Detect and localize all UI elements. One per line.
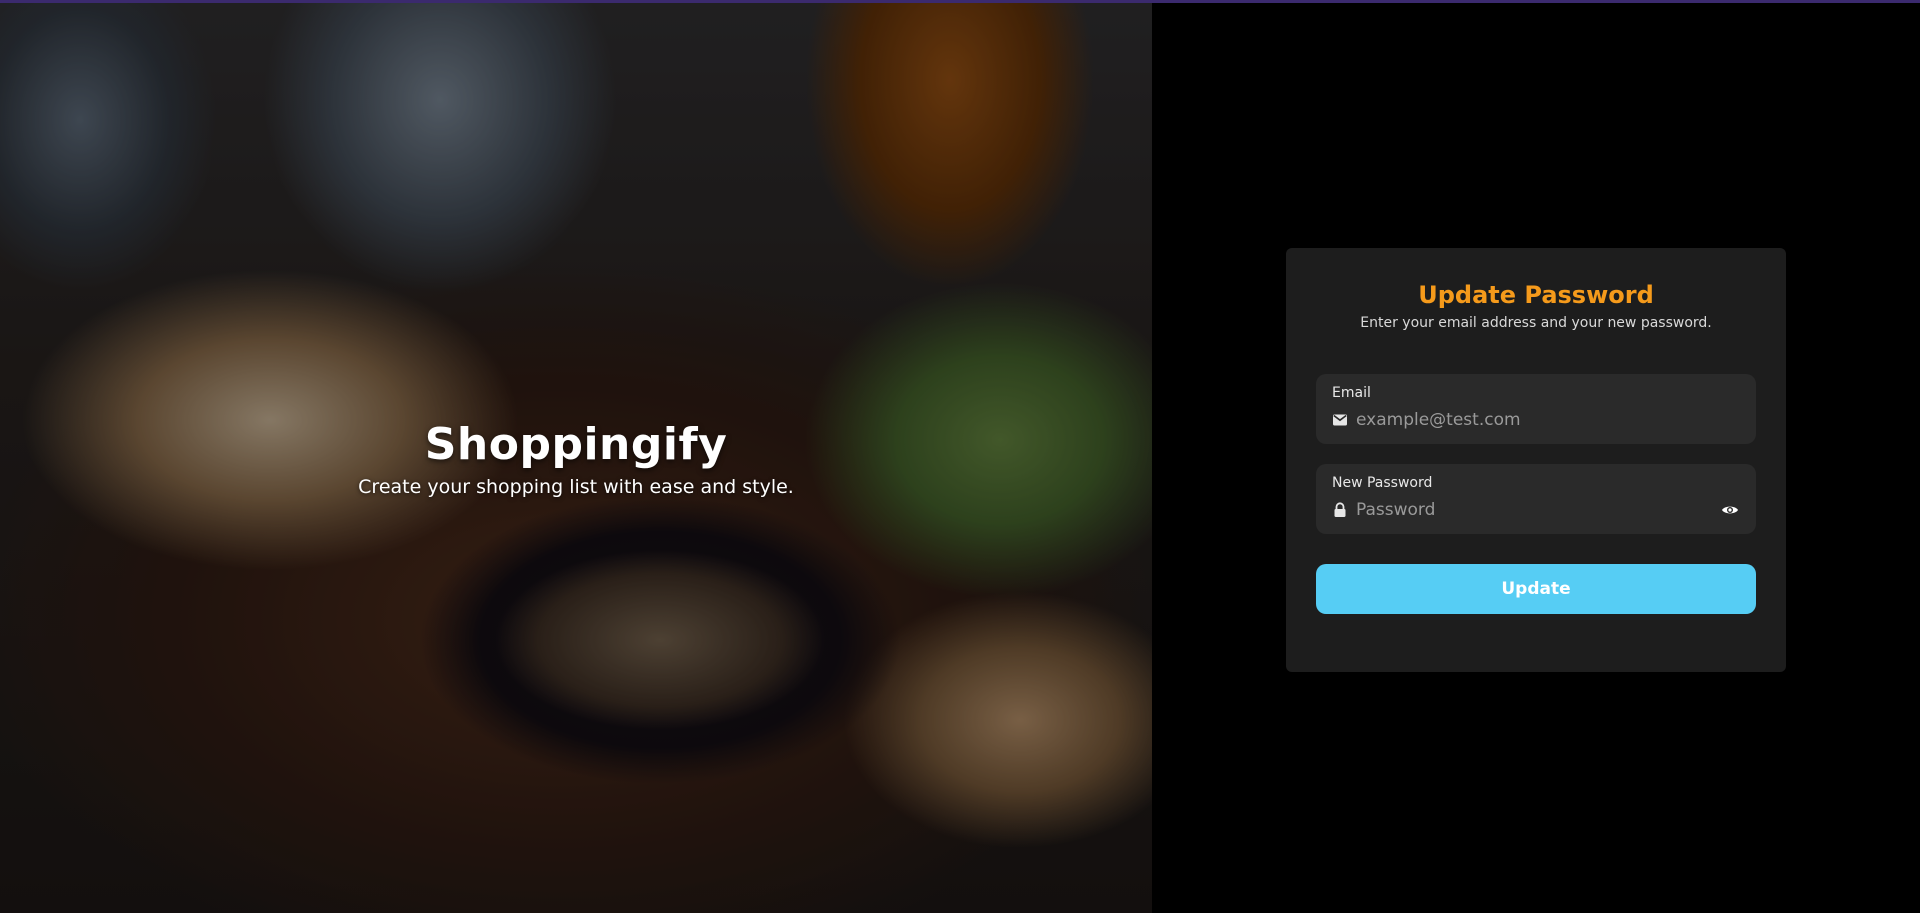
app-tagline: Create your shopping list with ease and … xyxy=(358,476,794,498)
email-input[interactable] xyxy=(1356,408,1740,432)
eye-icon[interactable] xyxy=(1720,500,1740,520)
email-field[interactable]: Email xyxy=(1316,374,1756,444)
lock-icon xyxy=(1332,502,1348,518)
page: Shoppingify Create your shopping list wi… xyxy=(0,0,1920,913)
update-password-card: Update Password Enter your email address… xyxy=(1286,248,1786,672)
email-label: Email xyxy=(1332,385,1371,401)
form-subtitle: Enter your email address and your new pa… xyxy=(1360,315,1712,331)
top-accent-line xyxy=(0,0,1920,3)
mail-icon xyxy=(1332,412,1348,428)
form-title: Update Password xyxy=(1418,281,1654,309)
email-input-row xyxy=(1332,408,1740,432)
new-password-field[interactable]: New Password xyxy=(1316,464,1756,534)
password-input-row xyxy=(1332,498,1740,522)
new-password-label: New Password xyxy=(1332,475,1433,491)
update-button[interactable]: Update xyxy=(1316,564,1756,614)
app-title: Shoppingify xyxy=(424,419,728,470)
hero-text: Shoppingify Create your shopping list wi… xyxy=(0,418,1152,500)
form-panel: Update Password Enter your email address… xyxy=(1152,0,1920,913)
hero-panel: Shoppingify Create your shopping list wi… xyxy=(0,0,1152,913)
new-password-input[interactable] xyxy=(1356,498,1720,522)
